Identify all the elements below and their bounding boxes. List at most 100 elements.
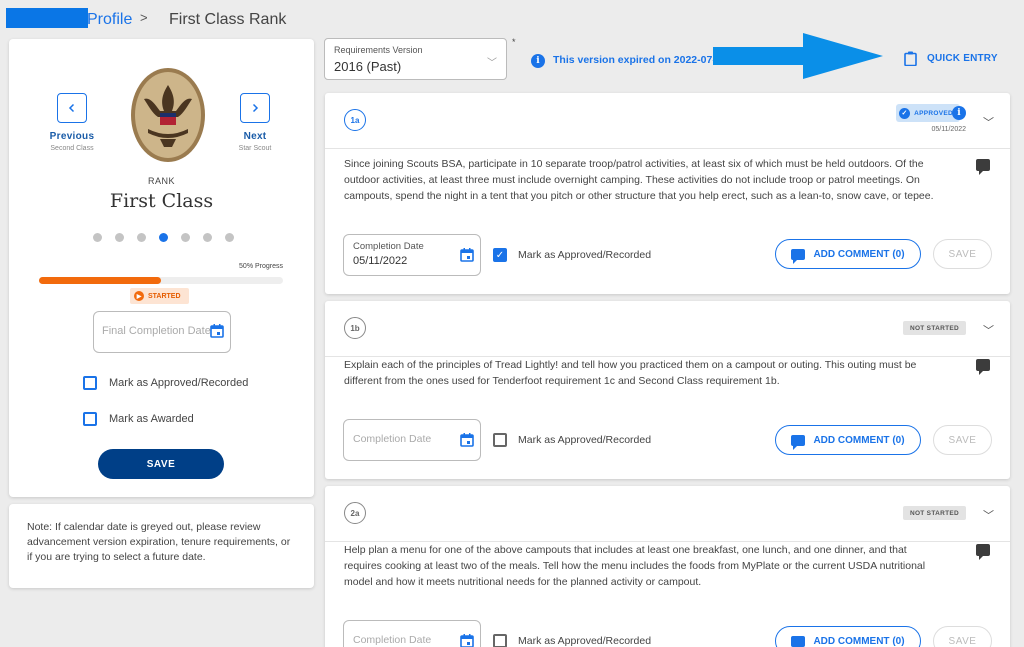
- quick-entry-label: QUICK ENTRY: [927, 53, 998, 64]
- requirement-id: 1a: [344, 109, 366, 131]
- previous-rank-button[interactable]: [57, 93, 87, 123]
- carousel-dot[interactable]: [93, 233, 102, 242]
- rank-save-button[interactable]: SAVE: [98, 449, 224, 479]
- awarded-checkbox-row[interactable]: Mark as Awarded: [83, 412, 194, 426]
- comment-icon[interactable]: [976, 159, 990, 175]
- requirements-version-select[interactable]: Requirements Version 2016 (Past) ﹀: [324, 38, 507, 80]
- carousel-dot-active[interactable]: [159, 233, 168, 242]
- carousel-dot[interactable]: [181, 233, 190, 242]
- carousel-dot[interactable]: [225, 233, 234, 242]
- breadcrumb-current: First Class Rank: [169, 11, 287, 28]
- awarded-checkbox[interactable]: [83, 412, 97, 426]
- approved-checkbox-row[interactable]: Mark as Approved/Recorded: [83, 376, 248, 390]
- comment-icon[interactable]: [976, 544, 990, 560]
- completion-date-value: 05/11/2022: [353, 255, 408, 267]
- final-completion-date-placeholder: Final Completion Date: [102, 325, 211, 337]
- chevron-left-icon: [68, 103, 75, 113]
- play-icon: ▶: [134, 291, 144, 301]
- rank-caption: RANK: [147, 176, 175, 186]
- requirement-text: Explain each of the principles of Tread …: [344, 359, 917, 387]
- add-comment-label: ADD COMMENT (0): [813, 248, 905, 260]
- version-expired-text: This version expired on 2022-07-3: [553, 54, 716, 66]
- approved-badge: ✓ APPROVED: [896, 104, 960, 122]
- breadcrumb-link-profile[interactable]: Profile: [87, 11, 132, 29]
- add-comment-button[interactable]: ADD COMMENT (0): [775, 425, 921, 455]
- calendar-icon[interactable]: [460, 634, 474, 647]
- info-icon[interactable]: i: [952, 106, 966, 120]
- breadcrumb-separator: >: [140, 10, 148, 25]
- comment-bubble-icon: [791, 635, 806, 647]
- requirement-id: 1b: [344, 317, 366, 339]
- next-rank-button[interactable]: [240, 93, 270, 123]
- expand-chevron-icon[interactable]: ﹀: [983, 507, 994, 523]
- chevron-down-icon: ﹀: [487, 58, 497, 69]
- approved-date: 05/11/2022: [931, 126, 966, 133]
- annotation-arrow: [713, 33, 883, 79]
- note-card: Note: If calendar date is greyed out, pl…: [9, 504, 314, 588]
- approved-checkbox-row[interactable]: Mark as Approved/Recorded: [493, 433, 651, 447]
- next-label[interactable]: Next: [215, 131, 295, 142]
- approved-badge-label: APPROVED: [914, 109, 953, 117]
- requirement-header[interactable]: 2a NOT STARTED ﹀: [325, 486, 1010, 542]
- requirement-card-1a: 1a ✓ APPROVED i 05/11/2022 ﹀ Since joini…: [325, 93, 1010, 294]
- completion-date-placeholder: Completion Date: [353, 634, 432, 646]
- info-icon[interactable]: i: [531, 54, 545, 68]
- approved-checkbox-row[interactable]: Mark as Approved/Recorded: [493, 634, 651, 647]
- approved-checkbox-label: Mark as Approved/Recorded: [109, 377, 249, 389]
- requirement-save-button[interactable]: SAVE: [933, 239, 992, 269]
- approved-checkbox-checked[interactable]: ✓: [493, 248, 507, 262]
- carousel-dot[interactable]: [115, 233, 124, 242]
- comment-bubble-icon: [791, 434, 806, 450]
- requirement-text: Since joining Scouts BSA, participate in…: [344, 158, 934, 202]
- awarded-checkbox-label: Mark as Awarded: [109, 413, 194, 425]
- quick-entry-button[interactable]: QUICK ENTRY: [904, 51, 998, 66]
- calendar-icon[interactable]: [210, 324, 224, 338]
- approved-checkbox[interactable]: [493, 634, 507, 647]
- version-caption: Requirements Version: [334, 45, 423, 55]
- not-started-badge: NOT STARTED: [902, 321, 966, 335]
- add-comment-label: ADD COMMENT (0): [813, 434, 905, 446]
- redaction-block: [6, 8, 88, 28]
- approved-checkbox-row[interactable]: ✓ Mark as Approved/Recorded: [493, 248, 651, 262]
- requirement-text: Help plan a menu for one of the above ca…: [344, 544, 926, 588]
- completion-date-caption: Completion Date: [353, 241, 424, 252]
- approved-checkbox-label: Mark as Approved/Recorded: [518, 434, 652, 446]
- add-comment-button[interactable]: ADD COMMENT (0): [775, 239, 921, 269]
- completion-date-field[interactable]: Completion Date 05/11/2022: [343, 234, 481, 276]
- progress-bar-fill: [39, 277, 161, 284]
- requirement-header[interactable]: 1b NOT STARTED ﹀: [325, 301, 1010, 357]
- comment-icon[interactable]: [976, 359, 990, 375]
- carousel-dot[interactable]: [203, 233, 212, 242]
- rank-carousel-dots: [93, 233, 234, 242]
- calendar-icon[interactable]: [460, 248, 474, 262]
- clipboard-icon: [904, 51, 917, 66]
- chevron-right-icon: [252, 103, 259, 113]
- previous-label[interactable]: Previous: [32, 131, 112, 142]
- status-badge-label: STARTED: [148, 292, 181, 300]
- completion-date-field[interactable]: Completion Date: [343, 620, 481, 647]
- calendar-icon[interactable]: [460, 433, 474, 447]
- progress-label: 50% Progress: [239, 263, 283, 270]
- completion-date-field[interactable]: Completion Date: [343, 419, 481, 461]
- expand-chevron-icon[interactable]: ﹀: [983, 114, 994, 130]
- carousel-dot[interactable]: [137, 233, 146, 242]
- expand-chevron-icon[interactable]: ﹀: [983, 322, 994, 338]
- add-comment-button[interactable]: ADD COMMENT (0): [775, 626, 921, 647]
- progress-bar: [39, 277, 283, 284]
- comment-bubble-icon: [791, 248, 806, 264]
- first-class-rank-badge: [131, 68, 205, 162]
- requirement-save-button[interactable]: SAVE: [933, 425, 992, 455]
- completion-date-placeholder: Completion Date: [353, 433, 432, 445]
- approved-checkbox[interactable]: [493, 433, 507, 447]
- requirement-save-button[interactable]: SAVE: [933, 626, 992, 647]
- next-sub-label: Star Scout: [238, 145, 272, 152]
- requirement-card-2a: 2a NOT STARTED ﹀ Help plan a menu for on…: [325, 486, 1010, 647]
- rank-name: First Class: [109, 190, 214, 212]
- required-mark: *: [512, 37, 516, 47]
- requirement-card-1b: 1b NOT STARTED ﹀ Explain each of the pri…: [325, 301, 1010, 479]
- requirement-header[interactable]: 1a ✓ APPROVED i 05/11/2022 ﹀: [325, 93, 1010, 149]
- final-completion-date-field[interactable]: Final Completion Date: [93, 311, 231, 353]
- approved-checkbox-label: Mark as Approved/Recorded: [518, 249, 652, 261]
- not-started-badge: NOT STARTED: [902, 506, 966, 520]
- approved-checkbox[interactable]: [83, 376, 97, 390]
